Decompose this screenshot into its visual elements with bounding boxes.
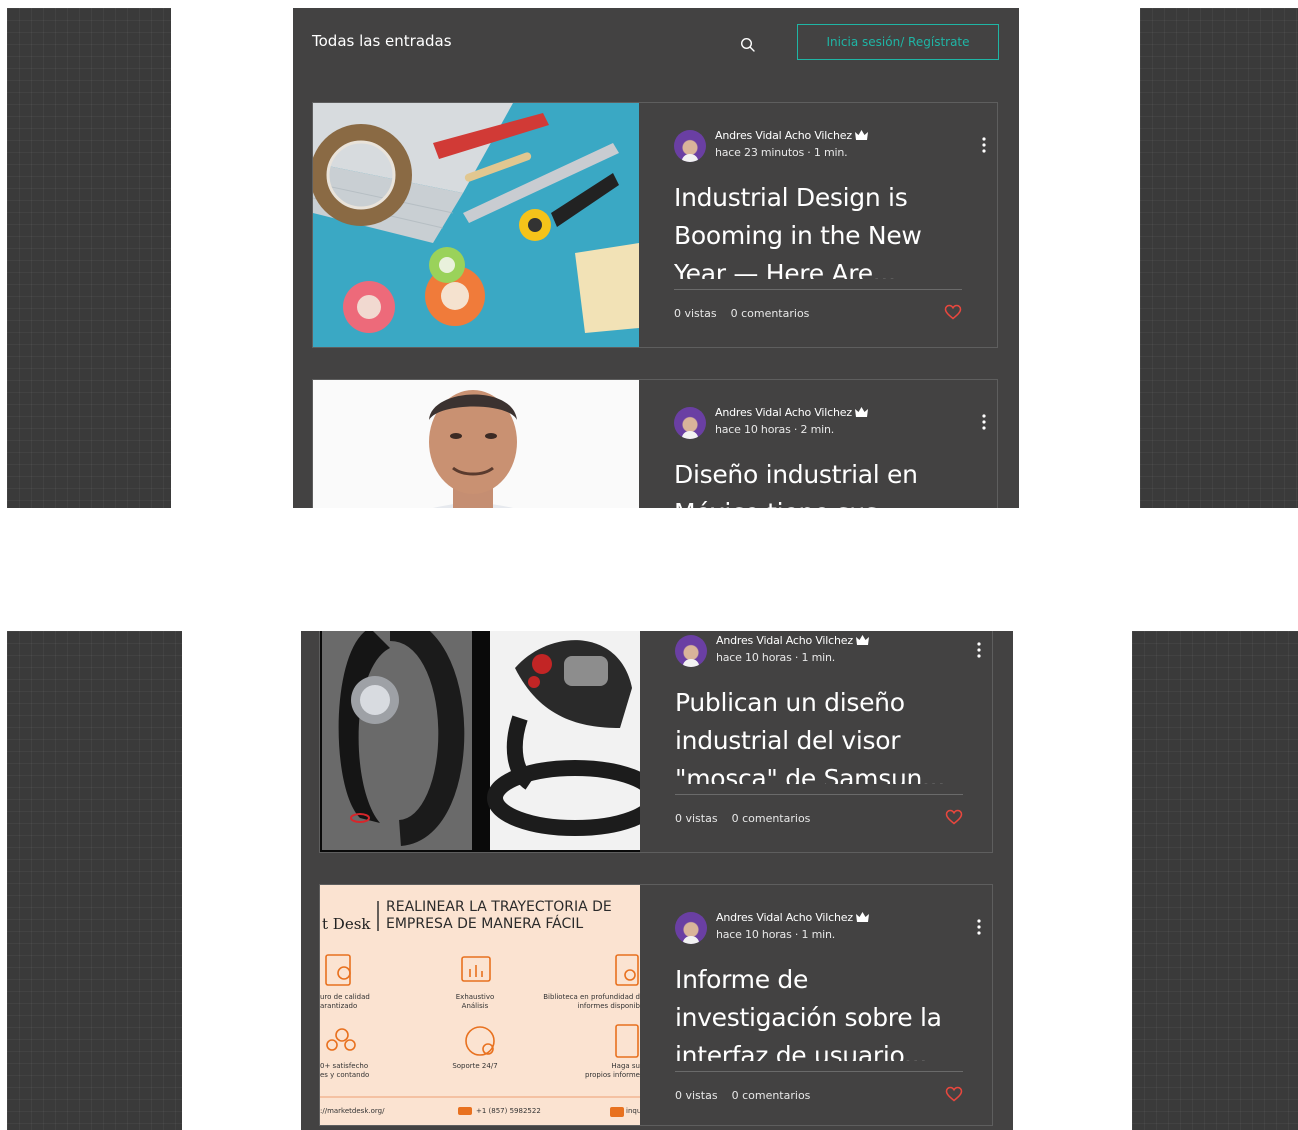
crown-icon [854,130,868,140]
post-meta: Andres Vidal Acho Vilchez hace 23 minuto… [674,128,986,164]
more-options-icon[interactable] [976,918,982,936]
post-stats: 0 vistas 0 comentarios [674,307,810,320]
post-time: hace 10 horas · 1 min. [716,651,836,664]
ad-brand: t Desk [322,915,371,933]
post-card[interactable]: Andres Vidal Acho Vilchez hace 23 minuto… [312,102,998,348]
crown-icon [854,407,868,417]
ad-feature: Soporte 24/7 [452,1062,498,1070]
blog-feed-top: Todas las entradas Inicia sesión/ Regíst… [293,8,1019,508]
crown-icon [855,912,869,922]
author-name[interactable]: Andres Vidal Acho Vilchez [716,634,869,647]
side-panel-top-left [7,8,171,508]
post-time: hace 10 horas · 1 min. [716,928,836,941]
side-panel-top-right [1140,8,1298,508]
blog-feed-bottom: Andres Vidal Acho Vilchez hace 10 horas … [301,631,1013,1130]
ad-email: inquiry@ [626,1107,640,1115]
ad-feature: Haga su propios informe [584,1062,640,1079]
crown-icon [855,635,869,645]
post-meta: Andres Vidal Acho Vilchez hace 10 horas … [675,633,981,669]
post-title[interactable]: Informe de investigación sobre la interf… [675,961,961,1061]
author-avatar[interactable] [674,407,706,439]
more-options-icon[interactable] [981,136,987,154]
more-options-icon[interactable] [976,641,982,659]
heart-icon[interactable] [945,809,963,825]
author-name[interactable]: Andres Vidal Acho Vilchez [715,406,868,419]
divider [675,1071,963,1072]
post-thumbnail[interactable] [313,103,639,347]
ad-feature: 0+ satisfecho es y contando [320,1062,370,1079]
search-icon[interactable] [739,36,757,54]
post-stats: 0 vistas 0 comentarios [675,812,811,825]
post-title[interactable]: Industrial Design is Booming in the New … [674,179,960,279]
ad-url: ://marketdesk.org/ [320,1107,385,1115]
page-title: Todas las entradas [312,32,452,50]
author-avatar[interactable] [675,635,707,667]
blog-header: Todas las entradas Inicia sesión/ Regíst… [293,8,1019,88]
post-card[interactable]: Andres Vidal Acho Vilchez hace 10 horas … [319,631,993,853]
divider [674,289,962,290]
post-meta: Andres Vidal Acho Vilchez hace 10 horas … [675,910,981,946]
post-card[interactable]: Andres Vidal Acho Vilchez hace 10 horas … [312,379,998,508]
divider [675,794,963,795]
post-time: hace 23 minutos · 1 min. [715,146,848,159]
ad-feature: uro de calidad arantizado [320,993,370,1010]
more-options-icon[interactable] [981,413,987,431]
side-panel-bottom-left [7,631,182,1130]
post-title[interactable]: Diseño industrial en México tiene sus [674,456,960,508]
login-button[interactable]: Inicia sesión/ Regístrate [797,24,999,60]
post-thumbnail[interactable]: t Desk REALINEAR LA TRAYECTORIA DE EMPRE… [320,885,640,1125]
ad-feature: Biblioteca en profundidad d informes disp… [543,993,640,1010]
heart-icon[interactable] [945,1086,963,1102]
post-thumbnail[interactable] [313,380,639,508]
post-stats: 0 vistas 0 comentarios [675,1089,811,1102]
post-title[interactable]: Publican un diseño industrial del visor … [675,684,961,784]
side-panel-bottom-right [1132,631,1298,1130]
author-avatar[interactable] [675,912,707,944]
ad-feature: Exhaustivo Análisis [455,993,495,1010]
author-avatar[interactable] [674,130,706,162]
heart-icon[interactable] [944,304,962,320]
ad-headline: REALINEAR LA TRAYECTORIA DE EMPRESA DE M… [386,899,612,932]
ad-phone: +1 (857) 5982522 [476,1107,541,1115]
author-name[interactable]: Andres Vidal Acho Vilchez [716,911,869,924]
author-name[interactable]: Andres Vidal Acho Vilchez [715,129,868,142]
post-thumbnail[interactable] [320,631,640,852]
post-meta: Andres Vidal Acho Vilchez hace 10 horas … [674,405,986,441]
post-card[interactable]: t Desk REALINEAR LA TRAYECTORIA DE EMPRE… [319,884,993,1126]
post-time: hace 10 horas · 2 min. [715,423,835,436]
